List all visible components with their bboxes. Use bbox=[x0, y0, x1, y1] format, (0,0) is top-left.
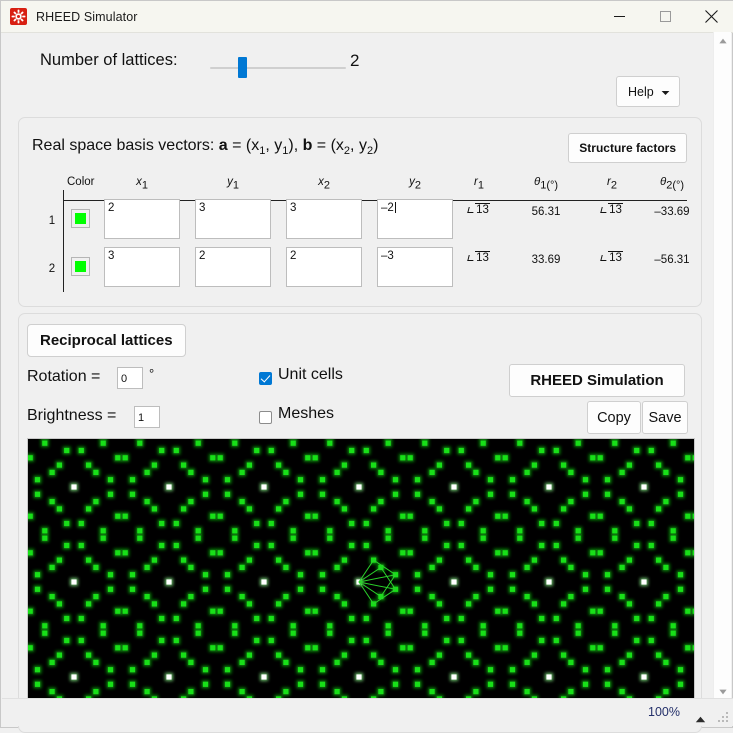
title-bar: RHEED Simulator bbox=[1, 1, 733, 33]
theta1-value: 56.31 bbox=[531, 206, 561, 218]
content-area: Number of lattices: 2 Help Real space ba… bbox=[2, 32, 716, 733]
resize-grip[interactable] bbox=[718, 712, 729, 723]
real-space-panel: Real space basis vectors: a = (x1, y1), … bbox=[18, 117, 702, 307]
column-header-x1: x1 bbox=[136, 176, 148, 192]
copy-button[interactable]: Copy bbox=[587, 401, 641, 434]
app-window: RHEED Simulator Number of lattices: 2 He… bbox=[0, 0, 733, 733]
y1-input[interactable]: 3 bbox=[195, 199, 271, 239]
reciprocal-lattice-canvas[interactable] bbox=[27, 438, 695, 726]
minimize-button[interactable] bbox=[596, 1, 642, 32]
x1-input[interactable]: 3 bbox=[104, 247, 180, 287]
vector-b-symbol: b bbox=[302, 137, 313, 154]
window-title: RHEED Simulator bbox=[36, 9, 138, 24]
meshes-label[interactable]: Meshes bbox=[278, 405, 334, 423]
basis-vectors-table: Color x1 y1 x2 y2 r1 θ1(°) r2 θ2(°) 1 2 … bbox=[41, 176, 690, 294]
column-header-r1: r1 bbox=[474, 176, 484, 192]
close-button[interactable] bbox=[688, 1, 733, 32]
real-space-title-prefix: Real space basis vectors: bbox=[32, 137, 219, 154]
structure-factors-button[interactable]: Structure factors bbox=[568, 133, 687, 163]
x2-input[interactable]: 3 bbox=[286, 199, 362, 239]
x1-input[interactable]: 2 bbox=[104, 199, 180, 239]
theta2-value: –33.69 bbox=[654, 206, 690, 218]
zoom-level: 100% bbox=[648, 705, 680, 719]
vector-a-symbol: a bbox=[218, 137, 228, 154]
window-controls bbox=[596, 1, 733, 32]
slider-track bbox=[210, 67, 346, 69]
y2-input[interactable]: –3 bbox=[377, 247, 453, 287]
meshes-checkbox[interactable] bbox=[259, 411, 272, 424]
row-index: 1 bbox=[48, 215, 56, 227]
theta1-value: 33.69 bbox=[531, 254, 561, 266]
column-header-theta2: θ2(°) bbox=[659, 176, 685, 192]
vector-b-open: = (x bbox=[312, 137, 344, 154]
help-label: Help bbox=[628, 84, 654, 99]
r1-value: 13 bbox=[456, 203, 502, 216]
vector-a-open: = (x bbox=[227, 137, 260, 154]
reciprocal-lattices-label: Reciprocal lattices bbox=[40, 332, 173, 349]
lattice-count-label: Number of lattices: bbox=[40, 51, 178, 69]
help-button[interactable]: Help bbox=[616, 76, 680, 107]
r1-value: 13 bbox=[456, 251, 502, 264]
lattice-count-slider[interactable] bbox=[210, 57, 346, 78]
save-button[interactable]: Save bbox=[642, 401, 688, 434]
r2-value: 13 bbox=[589, 203, 635, 216]
column-header-x2: x2 bbox=[318, 176, 330, 192]
vector-a-mid: , y bbox=[265, 137, 283, 154]
column-header-y2: y2 bbox=[409, 176, 421, 192]
x2-input[interactable]: 2 bbox=[286, 247, 362, 287]
vector-b-close: ) bbox=[373, 137, 379, 154]
real-space-title: Real space basis vectors: a = (x1, y1), … bbox=[32, 137, 378, 157]
unit-cells-label[interactable]: Unit cells bbox=[278, 366, 343, 384]
theta2-value: –56.31 bbox=[654, 254, 690, 266]
vector-b-mid: , y bbox=[350, 137, 367, 154]
status-bar: 100% bbox=[2, 698, 733, 726]
brightness-input[interactable]: 1 bbox=[134, 406, 160, 428]
app-gear-icon bbox=[10, 8, 27, 25]
column-header-y1: y1 bbox=[227, 176, 239, 192]
vector-a-close: ), bbox=[288, 137, 303, 154]
chevron-up-icon[interactable] bbox=[695, 710, 706, 728]
table-vertical-rule bbox=[63, 190, 64, 292]
lattice-count-row: Number of lattices: 2 bbox=[2, 37, 716, 89]
r2-value: 13 bbox=[589, 251, 635, 264]
lattice-count-value: 2 bbox=[350, 51, 360, 70]
rotation-input[interactable]: 0 bbox=[117, 367, 143, 389]
save-label: Save bbox=[648, 409, 682, 426]
color-swatch[interactable] bbox=[71, 257, 90, 276]
unit-cells-checkbox[interactable] bbox=[259, 372, 272, 385]
rheed-simulation-label: RHEED Simulation bbox=[530, 372, 664, 389]
chevron-down-icon bbox=[661, 83, 670, 101]
rotation-label: Rotation = bbox=[27, 368, 101, 385]
degree-symbol: ° bbox=[149, 366, 155, 381]
reciprocal-lattices-button[interactable]: Reciprocal lattices bbox=[27, 324, 186, 357]
y1-input[interactable]: 2 bbox=[195, 247, 271, 287]
reciprocal-lattices-panel: Reciprocal lattices Rotation = 0 ° Brigh… bbox=[18, 313, 702, 733]
column-header-theta1: θ1(°) bbox=[533, 176, 559, 192]
maximize-button[interactable] bbox=[642, 1, 688, 32]
column-header-r2: r2 bbox=[607, 176, 617, 192]
structure-factors-label: Structure factors bbox=[579, 141, 676, 155]
color-swatch[interactable] bbox=[71, 209, 90, 228]
copy-label: Copy bbox=[597, 409, 631, 426]
brightness-label: Brightness = bbox=[27, 407, 117, 424]
scroll-up-arrow-icon[interactable] bbox=[714, 32, 731, 49]
slider-thumb[interactable] bbox=[238, 57, 247, 78]
y2-input[interactable]: –2 bbox=[377, 199, 453, 239]
row-index: 2 bbox=[48, 263, 56, 275]
rheed-simulation-button[interactable]: RHEED Simulation bbox=[509, 364, 685, 397]
lattice-pattern bbox=[28, 439, 694, 725]
